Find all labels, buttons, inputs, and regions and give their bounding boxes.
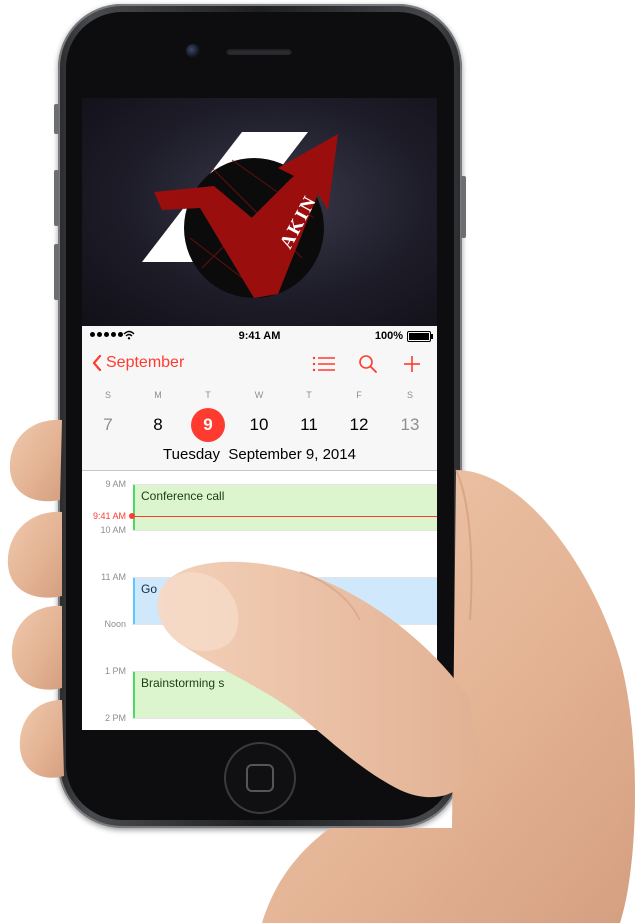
power-button	[461, 176, 466, 238]
wallpaper: AKIN	[82, 98, 437, 326]
hour-label-2pm: 2 PM	[104, 713, 126, 723]
day-12[interactable]: 12	[342, 408, 376, 442]
weekday-label: T	[306, 390, 312, 400]
list-icon[interactable]	[312, 354, 336, 374]
week-day-row: 7 8 9 10 11 12 13	[82, 408, 437, 442]
event-go[interactable]: Go	[133, 578, 437, 624]
calendar-header: September S M T W T F S 7 8 9 10 11 12 1…	[82, 346, 437, 471]
day-8[interactable]: 8	[141, 408, 175, 442]
volume-up-button	[54, 170, 59, 226]
scene: AKIN 9:41 AM 100% September S M T W T F …	[0, 0, 640, 923]
weekday-label: T	[205, 390, 211, 400]
current-time-label: 9:41 AM	[92, 511, 126, 521]
weekday-label: S	[406, 390, 413, 400]
weekday-label: S	[104, 390, 111, 400]
chevron-left-icon	[92, 355, 102, 371]
battery-percentage: 100%	[374, 330, 403, 342]
hour-label-9am: 9 AM	[105, 479, 126, 489]
event-conference-call[interactable]: Conference call	[133, 485, 437, 530]
calendar-screen: 9:41 AM 100% September S M T W T F S 7 8…	[82, 326, 437, 730]
search-icon[interactable]	[358, 354, 378, 374]
current-time-dot	[129, 513, 135, 519]
day-timeline[interactable]: 9 AM 10 AM 11 AM Noon 1 PM 2 PM Conferen…	[82, 471, 437, 730]
event-brainstorming[interactable]: Brainstorming s	[133, 672, 437, 718]
selected-weekday: Tuesday	[163, 446, 221, 463]
battery-icon	[407, 331, 433, 342]
selected-date: Tuesday September 9, 2014	[82, 446, 437, 463]
day-10[interactable]: 10	[242, 408, 276, 442]
status-bar: 9:41 AM 100%	[82, 326, 437, 346]
weekday-label: W	[254, 390, 264, 400]
day-13[interactable]: 13	[393, 408, 427, 442]
weekday-row: S M T W T F S	[82, 390, 437, 404]
day-11[interactable]: 11	[292, 408, 326, 442]
hour-label-1pm: 1 PM	[104, 666, 126, 676]
selected-full-date: September 9, 2014	[228, 446, 356, 463]
front-camera	[186, 44, 200, 58]
hour-label-10am: 10 AM	[100, 525, 126, 535]
mute-switch	[54, 104, 59, 134]
akin-logo: AKIN	[142, 132, 338, 298]
current-time-line	[132, 516, 437, 517]
hour-line	[132, 530, 437, 531]
weekday-label: M	[154, 390, 162, 400]
back-button[interactable]: September	[92, 354, 184, 372]
weekday-label: F	[356, 390, 362, 400]
volume-down-button	[54, 244, 59, 300]
home-button[interactable]	[224, 742, 296, 814]
hour-line	[132, 718, 437, 719]
hour-line	[132, 624, 437, 625]
back-button-label: September	[106, 354, 185, 371]
hour-label-11am: 11 AM	[101, 572, 126, 582]
hour-label-noon: Noon	[104, 619, 126, 629]
day-7[interactable]: 7	[91, 408, 125, 442]
day-9-selected[interactable]: 9	[191, 408, 225, 442]
plus-icon[interactable]	[402, 354, 422, 374]
earpiece-speaker	[226, 48, 292, 55]
